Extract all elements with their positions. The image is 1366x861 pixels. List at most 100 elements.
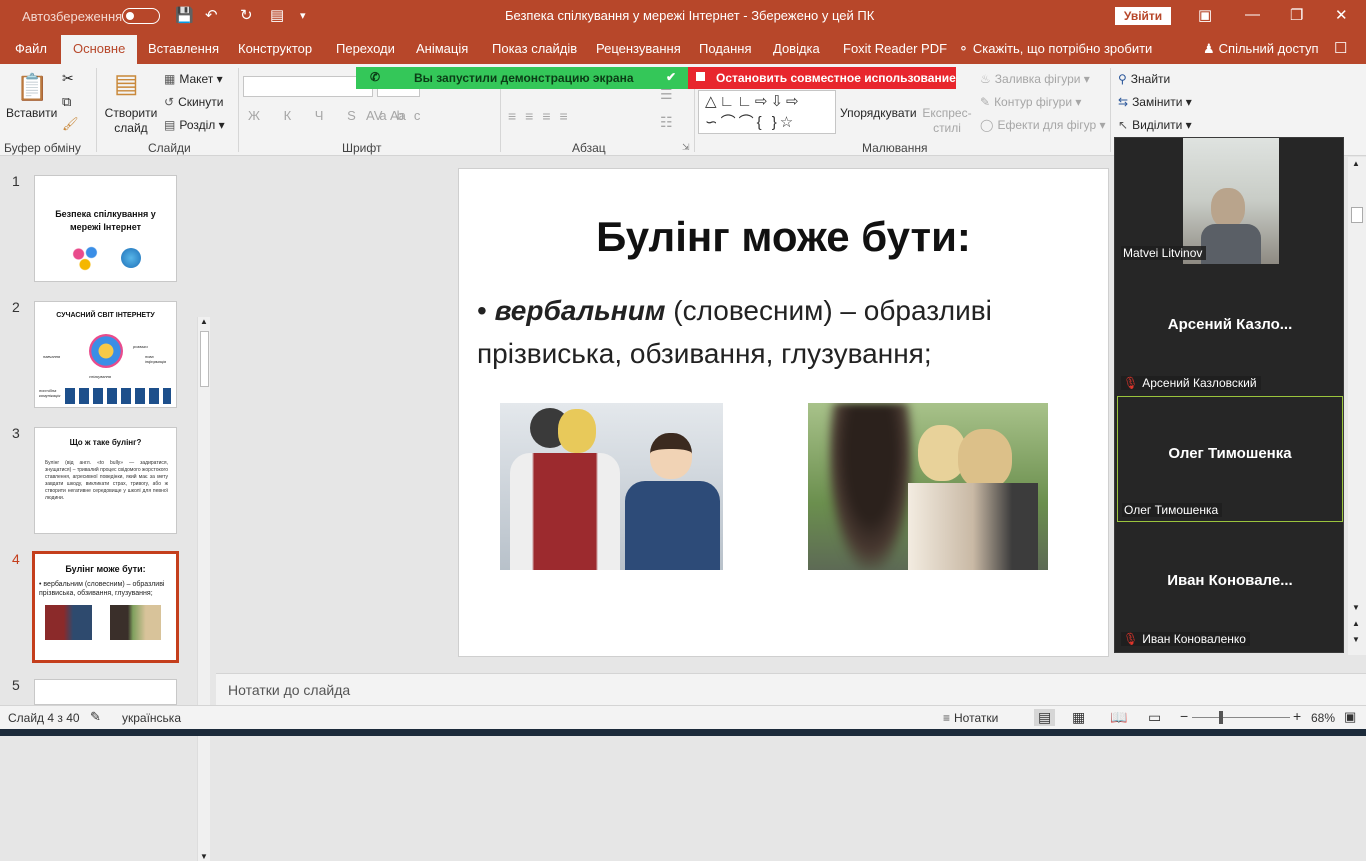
sign-in-button[interactable]: Увійти bbox=[1115, 7, 1171, 25]
slide-thumbnail-4[interactable]: Булінг може бути: • вербальним (словесни… bbox=[32, 551, 179, 663]
spellcheck-icon[interactable]: ✎ bbox=[90, 709, 101, 725]
find-button[interactable]: ⚲ Знайти bbox=[1118, 72, 1170, 86]
start-from-beginning-icon[interactable]: ▤ bbox=[270, 6, 284, 24]
alignment-icons[interactable]: ≡≡≡≡ bbox=[508, 108, 577, 124]
paragraph-launcher-icon[interactable]: ⇲ bbox=[682, 142, 690, 153]
quick-styles-button[interactable]: Експрес-стилі bbox=[922, 106, 972, 136]
ribbon-display-icon[interactable]: ▣ bbox=[1198, 6, 1212, 24]
tab-review[interactable]: Рецензування bbox=[596, 41, 681, 56]
layout-button[interactable]: ▦ Макет ▾ bbox=[164, 72, 223, 86]
slide-thumbnail-1[interactable]: Безпека спілкування у мережі Інтернет bbox=[34, 175, 177, 282]
editor-scrollbar[interactable]: ▲ ▼ ▲ ▼ bbox=[1348, 157, 1366, 655]
muted-mic-icon: 🎙 bbox=[1123, 632, 1139, 646]
new-slide-icon[interactable]: ▤ bbox=[114, 68, 139, 99]
tab-animations[interactable]: Анімація bbox=[416, 41, 468, 56]
scroll-up-icon[interactable]: ▲ bbox=[200, 317, 208, 326]
zoom-in-icon[interactable]: + bbox=[1293, 708, 1301, 724]
scroll-down-icon[interactable]: ▼ bbox=[1352, 603, 1360, 612]
tab-design[interactable]: Конструктор bbox=[238, 41, 312, 56]
shape-fill-button[interactable]: ♨ Заливка фігури ▾ bbox=[980, 72, 1090, 86]
tell-me-label: Скажіть, що потрібно зробити bbox=[972, 41, 1153, 56]
tab-help[interactable]: Довідка bbox=[773, 41, 820, 56]
thumbnails-scrollbar[interactable]: ▲ ▼ bbox=[197, 317, 210, 861]
phone-icon: ✆ bbox=[370, 70, 381, 84]
notes-pane[interactable]: Нотатки до слайда bbox=[216, 673, 1366, 705]
divider bbox=[238, 68, 239, 152]
format-painter-icon[interactable]: 🖌 bbox=[62, 116, 79, 132]
slide-canvas[interactable]: Булінг може бути: • вербальним (словесни… bbox=[458, 168, 1109, 657]
bullying-boys-image[interactable] bbox=[500, 403, 723, 570]
char-spacing-icon[interactable]: AV bbox=[366, 108, 382, 123]
section-label: Розділ bbox=[179, 118, 216, 132]
share-button[interactable]: ♟ Спільний доступ bbox=[1203, 41, 1319, 57]
shapes-gallery[interactable]: △∟∟⇨⇩⇨ ∽⌒⌒{ }☆ bbox=[698, 90, 836, 134]
stop-share-button[interactable]: Остановить совместное использование bbox=[688, 67, 956, 89]
shape-outline-label: Контур фігури bbox=[994, 95, 1073, 109]
copy-icon[interactable]: ⧉ bbox=[62, 94, 71, 110]
save-icon[interactable]: 💾 bbox=[175, 6, 194, 24]
ribbon-tabs: Файл Основне Вставлення Конструктор Пере… bbox=[0, 32, 1366, 64]
select-button[interactable]: ↖ Виділити ▾ bbox=[1118, 118, 1192, 132]
tab-slideshow[interactable]: Показ слайдів bbox=[492, 41, 577, 56]
slide-thumbnail-3[interactable]: Що ж таке булінг? Булінг (від англ. «to … bbox=[34, 427, 177, 534]
language-indicator[interactable]: українська bbox=[122, 711, 181, 725]
comments-icon[interactable]: ☐ bbox=[1334, 39, 1347, 57]
close-icon[interactable]: ✕ bbox=[1335, 6, 1348, 24]
tell-me-search[interactable]: ⚬ Скажіть, що потрібно зробити bbox=[958, 41, 1152, 57]
slide-bullet[interactable]: • вербальним (словесним) – образливі прі… bbox=[477, 289, 1097, 375]
participant-tile[interactable]: Арсений Казло... 🎙 Арсений Казловский bbox=[1117, 268, 1343, 394]
tab-file[interactable]: Файл bbox=[15, 41, 47, 56]
reading-view-icon[interactable]: 📖 bbox=[1110, 709, 1127, 726]
maximize-icon[interactable]: ❐ bbox=[1290, 6, 1303, 24]
scroll-thumb[interactable] bbox=[200, 331, 209, 387]
zoom-out-icon[interactable]: − bbox=[1180, 708, 1188, 724]
scroll-thumb[interactable] bbox=[1351, 207, 1363, 223]
redo-icon[interactable]: ↻ bbox=[240, 6, 253, 24]
notes-toggle-button[interactable]: ≡ Нотатки bbox=[943, 711, 998, 725]
scroll-up-icon[interactable]: ▲ bbox=[1352, 159, 1360, 168]
cut-icon[interactable]: ✂ bbox=[62, 70, 74, 87]
minimize-icon[interactable]: — bbox=[1245, 6, 1260, 23]
participant-name: Арсений Казловский bbox=[1142, 376, 1257, 390]
paste-button[interactable]: Вставити bbox=[6, 106, 57, 120]
slide-title[interactable]: Булінг може бути: bbox=[459, 213, 1108, 261]
participant-tile[interactable]: Matvei Litvinov bbox=[1117, 138, 1343, 264]
paste-icon[interactable]: 📋 bbox=[16, 72, 48, 103]
customize-toolbar-icon[interactable]: ▾ bbox=[300, 9, 306, 22]
new-slide-button[interactable]: Створити слайд bbox=[104, 106, 158, 136]
slideshow-icon[interactable]: ▭ bbox=[1148, 709, 1161, 726]
previous-slide-icon[interactable]: ▲ bbox=[1352, 619, 1360, 628]
participant-tile-active[interactable]: Олег Тимошенка Олег Тимошенка bbox=[1117, 396, 1343, 522]
tab-transitions[interactable]: Переходи bbox=[336, 41, 395, 56]
slide-thumbnail-2[interactable]: СУЧАСНИЙ СВІТ ІНТЕРНЕТУ навчання розваги… bbox=[34, 301, 177, 408]
participant-tile[interactable]: Иван Коновале... 🎙 Иван Коноваленко bbox=[1117, 524, 1343, 650]
zoom-slider-track[interactable] bbox=[1192, 717, 1290, 718]
participant-name: Иван Коноваленко bbox=[1142, 632, 1246, 646]
undo-icon[interactable]: ↶ bbox=[205, 6, 218, 24]
tab-insert[interactable]: Вставлення bbox=[148, 41, 219, 56]
font-family-select[interactable] bbox=[243, 76, 373, 97]
slide-sorter-icon[interactable]: ▦ bbox=[1072, 709, 1085, 726]
zoom-slider-thumb[interactable] bbox=[1219, 711, 1223, 724]
section-button[interactable]: ▤ Розділ ▾ bbox=[164, 118, 225, 132]
reset-button[interactable]: ↺ Скинути bbox=[164, 95, 224, 109]
tab-view[interactable]: Подання bbox=[699, 41, 752, 56]
shirt bbox=[1201, 224, 1261, 264]
replace-button[interactable]: ⇆ Замінити ▾ bbox=[1118, 95, 1192, 109]
fit-to-window-icon[interactable]: ▣ bbox=[1344, 709, 1356, 725]
autosave-toggle[interactable] bbox=[122, 8, 160, 24]
shape-outline-button[interactable]: ✎ Контур фігури ▾ bbox=[980, 95, 1081, 109]
tab-home[interactable]: Основне bbox=[61, 35, 138, 64]
change-case-icon[interactable]: Aa bbox=[390, 108, 406, 123]
arrange-button[interactable]: Упорядкувати bbox=[840, 106, 917, 120]
slide-thumbnail-5[interactable] bbox=[34, 679, 177, 705]
normal-view-icon[interactable]: ▤ bbox=[1034, 709, 1056, 726]
shape-effects-button[interactable]: ◯ Ефекти для фігур ▾ bbox=[980, 118, 1106, 132]
scroll-down-icon[interactable]: ▼ bbox=[200, 852, 208, 861]
drawing-group-label: Малювання bbox=[862, 141, 928, 155]
smartart-icon[interactable]: ☷ bbox=[660, 114, 673, 131]
next-slide-icon[interactable]: ▼ bbox=[1352, 635, 1360, 644]
bullying-girls-image[interactable] bbox=[808, 403, 1048, 570]
zoom-level[interactable]: 68% bbox=[1311, 711, 1335, 725]
tab-foxit[interactable]: Foxit Reader PDF bbox=[843, 41, 947, 56]
